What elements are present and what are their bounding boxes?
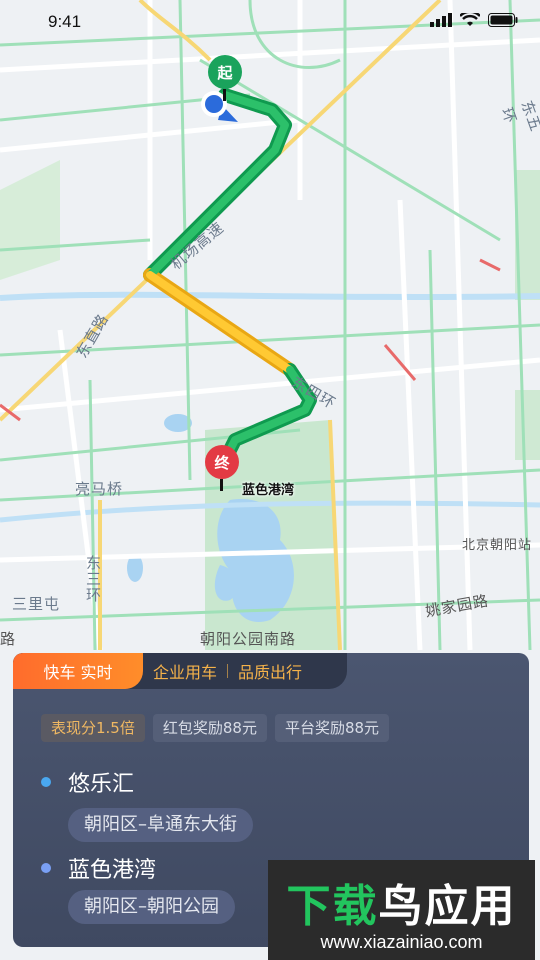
origin-dot-icon: [41, 777, 51, 787]
map-road-label: 东三环: [86, 554, 103, 604]
status-time: 9:41: [48, 12, 82, 31]
map-road-label: 亮马桥: [75, 480, 124, 498]
platform-badge: 平台奖励88元: [274, 714, 390, 742]
tab-premium[interactable]: 品质出行: [228, 659, 312, 683]
destination-name: 蓝色港湾: [68, 858, 157, 883]
watermark-title-a: 下载: [286, 881, 379, 932]
order-tabs: 快车 实时 企业用车 品质出行: [13, 653, 347, 689]
status-bar: 9:41: [0, 0, 540, 44]
watermark-logo: 下载鸟应用 www.xiazainiao.com: [268, 860, 535, 960]
watermark-title-b: 鸟应用: [378, 881, 517, 932]
wifi-icon: [460, 13, 480, 26]
reward-badges: 表现分1.5倍 红包奖励88元 平台奖励88元: [41, 714, 390, 742]
park-area: [515, 390, 540, 460]
origin-address: 朝阳区–阜通东大街: [68, 808, 253, 842]
tab-express-realtime[interactable]: 快车 实时: [13, 653, 143, 689]
signal-icon: [430, 13, 452, 27]
map-road-label: 北京朝阳站: [462, 538, 533, 553]
end-marker: 终: [205, 445, 239, 491]
watermark-url: www.xiazainiao.com: [320, 932, 483, 952]
map-road-label: 朝阳公园南路: [200, 630, 297, 648]
redpacket-badge: 红包奖励88元: [152, 714, 267, 742]
origin-name: 悠乐汇: [68, 772, 135, 797]
end-marker-label: 终: [205, 445, 239, 479]
destination-poi-label: 蓝色港湾: [242, 483, 295, 498]
score-badge: 表现分1.5倍: [41, 714, 145, 742]
map-road-label: 路: [0, 630, 17, 648]
tab-enterprise[interactable]: 企业用车: [143, 659, 227, 683]
destination-dot-icon: [41, 863, 51, 873]
destination-address: 朝阳区–朝阳公园: [68, 890, 235, 924]
battery-icon: [488, 13, 518, 27]
tab-divider: [227, 664, 229, 678]
start-marker: 起: [208, 55, 242, 101]
map-road-label: 三里屯: [12, 595, 61, 613]
start-marker-label: 起: [208, 55, 242, 89]
